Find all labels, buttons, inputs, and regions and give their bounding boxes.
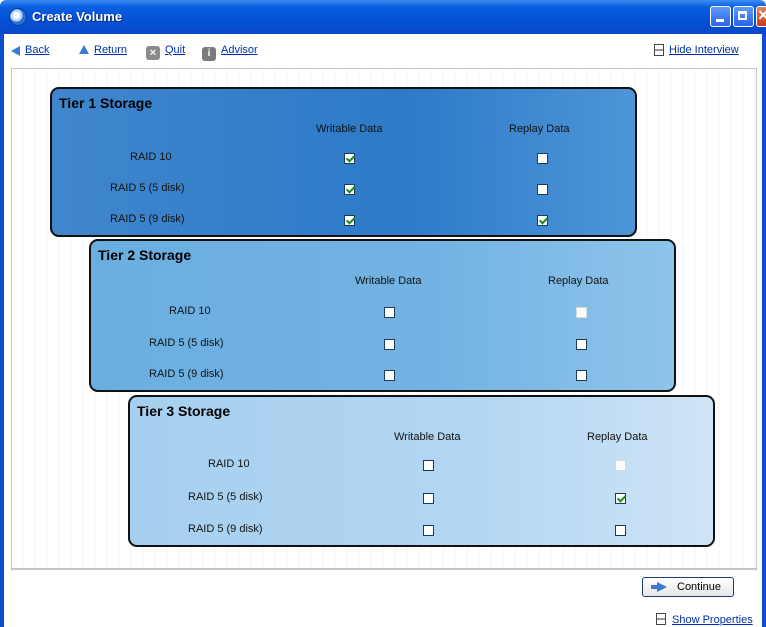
show-properties-label: Show Properties (672, 614, 753, 626)
tier-title: Tier 2 Storage (98, 247, 192, 263)
writable-data-header: Writable Data (394, 431, 461, 443)
hourglass-icon (654, 44, 664, 56)
tier3-raid10-writable-checkbox[interactable] (423, 460, 434, 471)
replay-data-header: Replay Data (548, 275, 609, 287)
return-arrow-icon (79, 45, 89, 54)
quit-icon: × (146, 46, 160, 60)
row-label-raid5-5disk: RAID 5 (5 disk) (110, 182, 185, 194)
writable-data-header: Writable Data (316, 123, 383, 135)
continue-button[interactable]: Continue (642, 577, 734, 597)
window-title: Create Volume (32, 9, 123, 24)
return-label: Return (94, 44, 128, 56)
tier3-raid5-9disk-writable-checkbox[interactable] (423, 525, 434, 536)
tier1-raid10-writable-checkbox[interactable] (344, 153, 355, 164)
row-label-raid5-5disk: RAID 5 (5 disk) (149, 337, 224, 349)
back-arrow-icon (11, 46, 20, 56)
row-label-raid10: RAID 10 (130, 151, 172, 163)
continue-label: Continue (677, 581, 722, 593)
tier-2-panel: Tier 2 Storage Writable Data Replay Data… (89, 239, 676, 392)
tier-title: Tier 1 Storage (59, 95, 153, 111)
tier2-raid5-5disk-writable-checkbox[interactable] (384, 339, 395, 350)
tier3-raid10-replay-checkbox[interactable] (615, 460, 626, 471)
writable-data-header: Writable Data (355, 275, 422, 287)
status-strip (4, 604, 762, 627)
tier1-raid5-5disk-writable-checkbox[interactable] (344, 184, 355, 195)
toolbar: Back Return × Quit i Advisor Hide Intervie… (4, 34, 762, 68)
back-label: Back (25, 44, 50, 56)
advisor-link[interactable]: i Advisor (202, 44, 258, 61)
tier1-raid5-9disk-replay-checkbox[interactable] (537, 215, 548, 226)
tier1-raid5-5disk-replay-checkbox[interactable] (537, 184, 548, 195)
quit-link[interactable]: × Quit (146, 44, 185, 60)
window-frame-left (0, 34, 4, 627)
tier-title: Tier 3 Storage (137, 403, 231, 419)
tier-1-panel: Tier 1 Storage Writable Data Replay Data… (50, 87, 637, 237)
minimize-button[interactable] (710, 6, 731, 27)
hourglass-icon (656, 613, 666, 625)
tier2-raid10-replay-checkbox[interactable] (576, 307, 587, 318)
tier3-raid5-5disk-replay-checkbox[interactable] (615, 493, 626, 504)
tier1-raid10-replay-checkbox[interactable] (537, 153, 548, 164)
row-label-raid5-9disk: RAID 5 (9 disk) (110, 213, 185, 225)
tier1-raid5-9disk-writable-checkbox[interactable] (344, 215, 355, 226)
tier2-raid5-9disk-writable-checkbox[interactable] (384, 370, 395, 381)
replay-data-header: Replay Data (587, 431, 648, 443)
tier2-raid5-9disk-replay-checkbox[interactable] (576, 370, 587, 381)
tier2-raid10-writable-checkbox[interactable] (384, 307, 395, 318)
return-link[interactable]: Return (79, 44, 127, 56)
footer-separator (11, 568, 757, 569)
app-icon (9, 8, 27, 26)
advisor-label: Advisor (221, 44, 258, 56)
tier2-raid5-5disk-replay-checkbox[interactable] (576, 339, 587, 350)
row-label-raid5-9disk: RAID 5 (9 disk) (149, 368, 224, 380)
tier-3-panel: Tier 3 Storage Writable Data Replay Data… (128, 395, 715, 547)
continue-arrow-icon (651, 582, 667, 592)
row-label-raid10: RAID 10 (208, 458, 250, 470)
row-label-raid5-5disk: RAID 5 (5 disk) (188, 491, 263, 503)
maximize-button[interactable] (733, 6, 754, 27)
close-button[interactable] (756, 5, 766, 27)
row-label-raid5-9disk: RAID 5 (9 disk) (188, 523, 263, 535)
title-bar: Create Volume (0, 0, 766, 34)
hide-interview-label: Hide Interview (669, 44, 739, 56)
window-frame-right (762, 34, 766, 627)
replay-data-header: Replay Data (509, 123, 570, 135)
tier3-raid5-5disk-writable-checkbox[interactable] (423, 493, 434, 504)
hide-interview-link[interactable]: Hide Interview (654, 44, 739, 56)
tier3-raid5-9disk-replay-checkbox[interactable] (615, 525, 626, 536)
advisor-icon: i (202, 47, 216, 61)
show-properties-link[interactable]: Show Properties (656, 613, 753, 626)
quit-label: Quit (165, 44, 186, 56)
back-link[interactable]: Back (11, 44, 49, 56)
row-label-raid10: RAID 10 (169, 305, 211, 317)
